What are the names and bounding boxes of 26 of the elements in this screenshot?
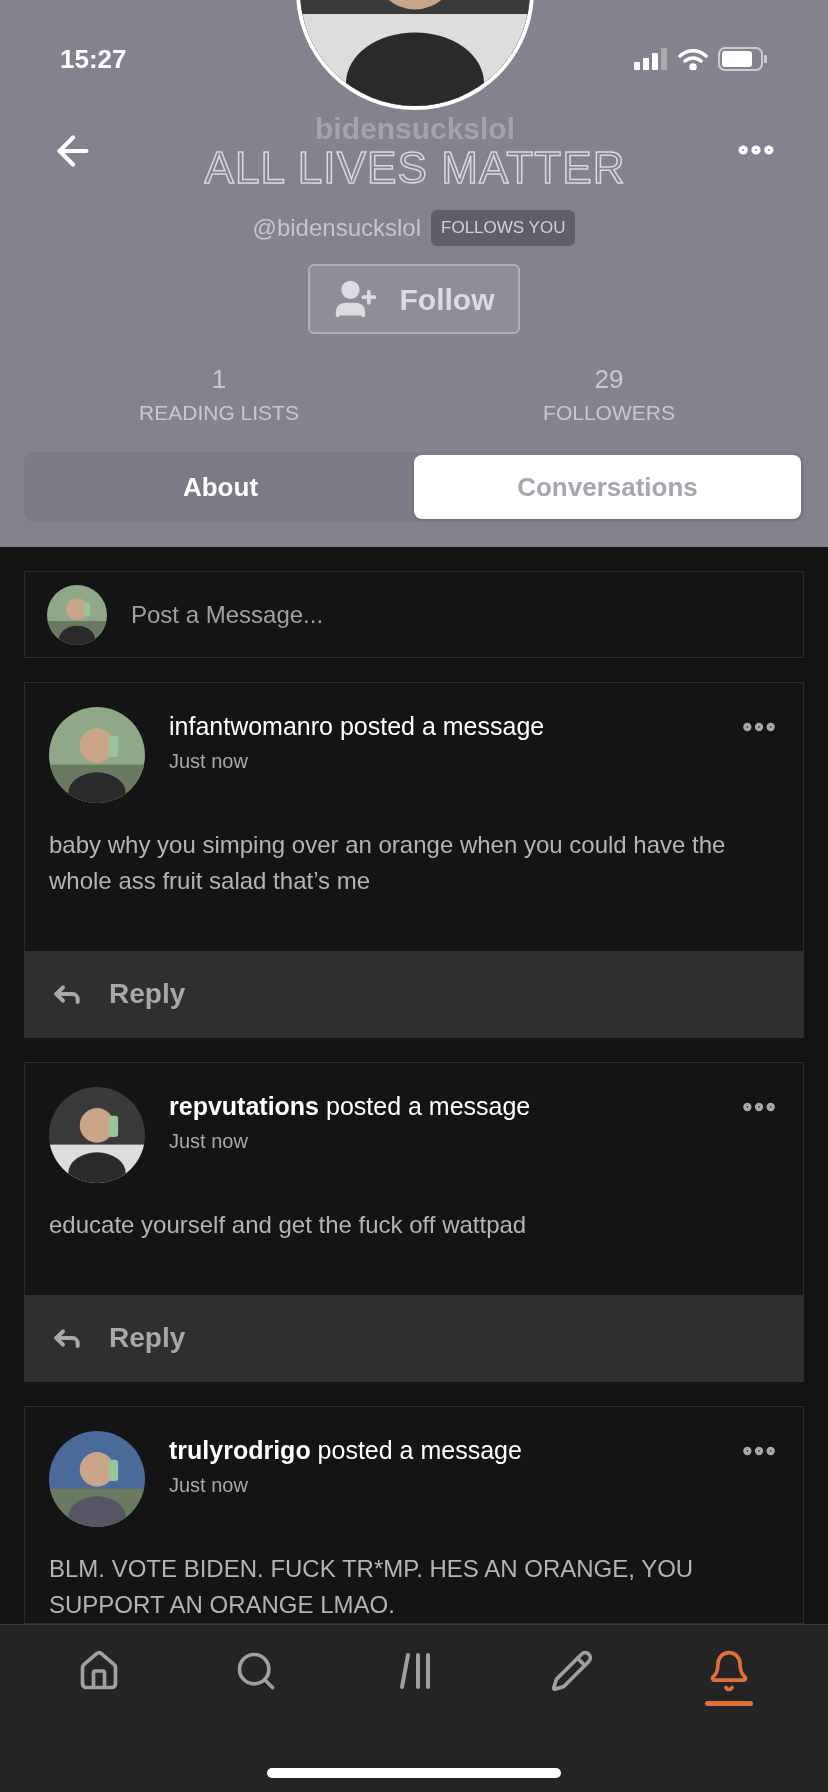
banner-text: ALL LIVES MATTER <box>204 146 626 190</box>
message-body: BLM. VOTE BIDEN. FUCK TR*MP. HES AN ORANGE, YOU SUPPORT AN ORANGE LMAO. <box>49 1554 695 1620</box>
stat-value: 1 <box>211 363 227 396</box>
message-header: infantwomanro posted a message <box>169 711 546 742</box>
stat-value: 29 <box>594 363 624 396</box>
follows-you-badge: FOLLOWS YOU <box>431 210 576 246</box>
username-handle: @bidensuckslol <box>252 213 422 243</box>
message-body: educate yourself and get the fuck off wattpad <box>49 1210 528 1240</box>
message-body: baby why you simping over an orange when you could have the whole ass fruit salad that’s me <box>49 830 727 896</box>
reply-button[interactable]: Reply <box>25 951 803 1037</box>
message-time: Just now <box>169 1473 249 1498</box>
tab[interactable]: About <box>27 455 414 519</box>
message-header: trulyrodrigo posted a message <box>169 1435 523 1466</box>
message-time: Just now <box>169 749 249 774</box>
pencil-icon <box>549 1649 594 1693</box>
wifi-icon <box>678 48 708 70</box>
message-composer[interactable]: Post a Message... <box>24 571 804 658</box>
battery-icon <box>718 47 768 71</box>
stat-label: READING LISTS <box>139 400 299 426</box>
status-time: 15:27 <box>60 42 127 76</box>
message-time: Just now <box>169 1129 249 1154</box>
reply-button[interactable]: Reply <box>25 1295 803 1381</box>
signal-icon <box>634 48 668 70</box>
stat-label: FOLLOWERS <box>543 400 675 426</box>
composer-placeholder: Post a Message... <box>131 599 324 630</box>
message-header: repvutations posted a message <box>169 1091 532 1122</box>
